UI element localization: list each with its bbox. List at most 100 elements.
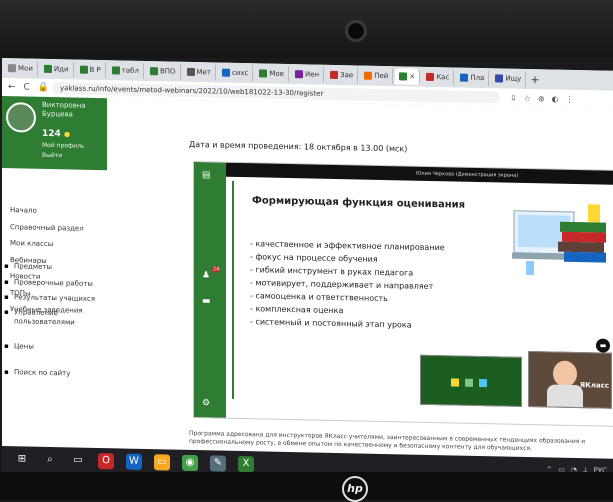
taskbar-app-icon[interactable]: ✎ bbox=[210, 455, 226, 472]
browser-tab[interactable]: Мет bbox=[182, 63, 216, 81]
hp-logo: hp bbox=[342, 476, 368, 502]
tab-favicon-icon bbox=[149, 67, 158, 76]
tab-favicon-icon bbox=[186, 67, 195, 77]
tab-label: Пла bbox=[470, 73, 485, 83]
browser-tab[interactable]: ВПО bbox=[145, 63, 181, 80]
browser-tab[interactable]: Иди bbox=[39, 60, 74, 78]
browser-tab[interactable]: Иен bbox=[290, 66, 325, 83]
sidebar-menu-item[interactable]: Начало bbox=[10, 206, 37, 215]
sidebar-menu-item[interactable]: Поиск по сайту bbox=[14, 368, 70, 377]
user-name-line-2: Бурцева bbox=[42, 109, 73, 119]
browser-tab[interactable]: × bbox=[395, 68, 421, 85]
sidebar-item-icon: ▪ bbox=[4, 342, 9, 351]
tab-favicon-icon bbox=[111, 66, 120, 75]
taskbar-app-icon[interactable]: ▭ bbox=[154, 454, 170, 471]
logout-link[interactable]: Выйти bbox=[42, 152, 62, 159]
screen: Мои Иди В Р табл ВПО Мет сихс Мое Иен Зае Пей × Кас П… bbox=[2, 58, 613, 485]
tab-favicon-icon bbox=[8, 64, 16, 73]
taskbar-app-icon[interactable]: X bbox=[238, 455, 254, 473]
browser-tab[interactable]: Мое bbox=[255, 65, 289, 83]
tab-label: × bbox=[409, 72, 416, 81]
sidebar-item-icon: ▪ bbox=[4, 368, 9, 377]
sidebar: Викторовна Бурцева 124 ● Мой профиль Вый… bbox=[2, 96, 107, 459]
event-date-text: Дата и время проведения: 18 октября в 13… bbox=[189, 139, 408, 154]
my-profile-link[interactable]: Мой профиль bbox=[42, 142, 84, 150]
sidebar-menu-item[interactable]: Мои классы bbox=[10, 239, 53, 248]
browser-tab[interactable]: Пей bbox=[360, 67, 394, 85]
user-panel: Викторовна Бурцева 124 ● Мой профиль Вый… bbox=[2, 96, 107, 171]
tab-label: Ищу bbox=[505, 74, 522, 83]
reload-icon[interactable]: C bbox=[24, 82, 30, 92]
tab-favicon-icon bbox=[460, 73, 469, 82]
tab-label: табл bbox=[121, 66, 139, 75]
tab-label: Пей bbox=[374, 71, 389, 81]
sidebar-menu-item[interactable]: Предметы bbox=[14, 262, 52, 271]
sidebar-menu-item[interactable]: Управление bbox=[14, 308, 58, 317]
tab-label: В Р bbox=[89, 65, 101, 75]
browser-tab[interactable]: В Р bbox=[75, 61, 106, 79]
sidebar-menu-item[interactable]: Справочный раздел bbox=[10, 223, 84, 233]
tab-label: сихс bbox=[231, 68, 249, 78]
presentation-slide: Формирующая функция оценивания качествен… bbox=[232, 180, 613, 409]
browser-tab[interactable]: Зае bbox=[326, 66, 359, 84]
tab-label: Иен bbox=[304, 70, 320, 79]
browser-tab[interactable]: сихс bbox=[217, 64, 254, 82]
tab-favicon-icon bbox=[43, 64, 52, 74]
slide-title: Формирующая функция оценивания bbox=[252, 195, 466, 211]
slide-bullet: системный и постоянный этап урока bbox=[250, 315, 445, 332]
taskbar-app-icon[interactable]: ◉ bbox=[182, 454, 198, 472]
sidebar-item-icon: ▪ bbox=[4, 278, 9, 287]
sidebar-menu-item: пользователями bbox=[14, 317, 75, 327]
webinar-player: ▤ ♟ 24 ▬ ⚙ Юлия Черкова (Демонстрация эк… bbox=[193, 161, 613, 427]
thumb-tile bbox=[479, 378, 487, 388]
taskbar-app-icon[interactable]: ⌕ bbox=[42, 451, 58, 469]
user-name: Викторовна Бурцева bbox=[42, 101, 86, 120]
tab-label: Мое bbox=[269, 69, 284, 78]
avatar[interactable] bbox=[6, 102, 36, 133]
browser-tool-icon[interactable]: ☆ bbox=[524, 93, 531, 102]
tab-label: Кас bbox=[436, 73, 450, 82]
sidebar-menu-item[interactable]: Результаты учащихся bbox=[14, 293, 95, 303]
sidebar-menu-item[interactable]: Проверочные работы bbox=[14, 278, 93, 288]
back-icon[interactable]: ← bbox=[8, 82, 16, 92]
participants-icon[interactable]: ♟ bbox=[202, 270, 210, 280]
cam-label: ЯКласс bbox=[579, 381, 609, 390]
lock-icon: 🔒 bbox=[37, 82, 50, 93]
taskbar-app-icon[interactable]: ⊞ bbox=[14, 451, 30, 468]
taskbar-app-icon[interactable]: ▭ bbox=[70, 452, 86, 469]
tab-favicon-icon bbox=[79, 65, 88, 74]
chat-icon[interactable]: ▬ bbox=[202, 296, 211, 306]
browser-tab[interactable]: табл bbox=[107, 62, 144, 79]
sidebar-item-icon: ▪ bbox=[4, 308, 9, 317]
browser-tab[interactable]: Пла bbox=[456, 69, 490, 87]
taskbar-app-icon[interactable]: W bbox=[126, 453, 142, 470]
chat-toggle-button[interactable]: ▬ bbox=[596, 338, 610, 353]
browser-tab[interactable]: Мои bbox=[4, 60, 38, 77]
points-value: 124 bbox=[42, 128, 61, 140]
coin-icon: ● bbox=[63, 130, 71, 139]
taskbar-app-icon[interactable]: O bbox=[98, 453, 114, 470]
sidebar-menu-item[interactable]: Цены bbox=[14, 342, 34, 350]
tab-favicon-icon bbox=[330, 70, 339, 80]
thumb-tile bbox=[451, 378, 459, 387]
tab-favicon-icon bbox=[221, 68, 230, 77]
tab-favicon-icon bbox=[364, 71, 373, 80]
browser-tab[interactable]: Кас bbox=[422, 68, 455, 86]
browser-tab[interactable]: Ищу bbox=[491, 70, 527, 87]
browser-tool-icon[interactable]: ⊕ bbox=[538, 94, 545, 103]
tab-label: Мет bbox=[196, 68, 211, 77]
new-tab-button[interactable]: + bbox=[530, 73, 539, 86]
shared-screen-thumbnail[interactable] bbox=[420, 354, 522, 407]
presenter-face bbox=[553, 360, 577, 388]
screen-share-icon[interactable]: ▤ bbox=[202, 170, 211, 180]
browser-tool-icon[interactable]: ◐ bbox=[552, 94, 559, 103]
browser-tool-icon[interactable]: ⇩ bbox=[510, 93, 517, 102]
laptop-bezel-top bbox=[0, 0, 613, 58]
sidebar-item-icon: ▪ bbox=[4, 293, 9, 302]
thumb-tile bbox=[465, 378, 473, 387]
presenter-webcam[interactable]: ЯКласс bbox=[528, 351, 612, 409]
settings-gear-icon[interactable]: ⚙ bbox=[202, 398, 210, 408]
tab-favicon-icon bbox=[426, 72, 435, 82]
browser-tool-icon[interactable]: ⋮ bbox=[566, 94, 574, 103]
tab-favicon-icon bbox=[294, 70, 303, 79]
